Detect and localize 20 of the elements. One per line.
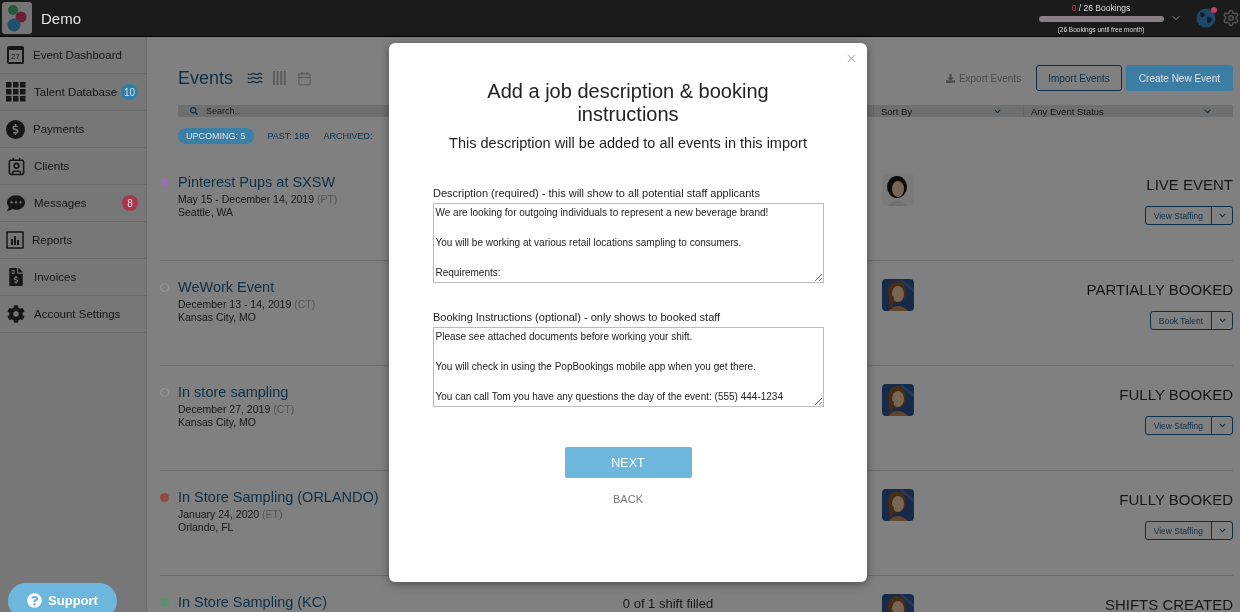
page-title: Events [178, 67, 234, 89]
event-location: Orlando, FL [178, 521, 234, 533]
bookings-count: 0 / 26 Bookings [1071, 3, 1131, 14]
app-name: Demo [41, 9, 81, 27]
event-status: FULLY BOOKED [1119, 491, 1233, 508]
field-label: Description (required) - this will show to all potential staff applicants [433, 187, 760, 199]
event-location: Kansas City, MO [178, 311, 256, 323]
event-status: SHIFTS CREATED [1104, 596, 1233, 612]
shift-count: 0 of 1 shift filled [622, 596, 714, 611]
count-badge: 8 [122, 195, 138, 211]
field-label: Booking Instructions (optional) - only shows to booked staff [433, 311, 721, 323]
event-status: PARTIALLY BOOKED [1086, 281, 1233, 298]
count-badge: 10 [120, 84, 138, 100]
modal-subtitle: This description will be added to all events in this import [449, 135, 807, 151]
event-location: Kansas City, MO [178, 416, 256, 428]
event-status: LIVE EVENT [1146, 176, 1233, 193]
calendar-icon: 27 [7, 46, 24, 64]
event-status: FULLY BOOKED [1119, 386, 1233, 403]
modal-title: Add a job description & booking instructions [486, 80, 770, 126]
event-location: Seattle, WA [178, 206, 234, 218]
